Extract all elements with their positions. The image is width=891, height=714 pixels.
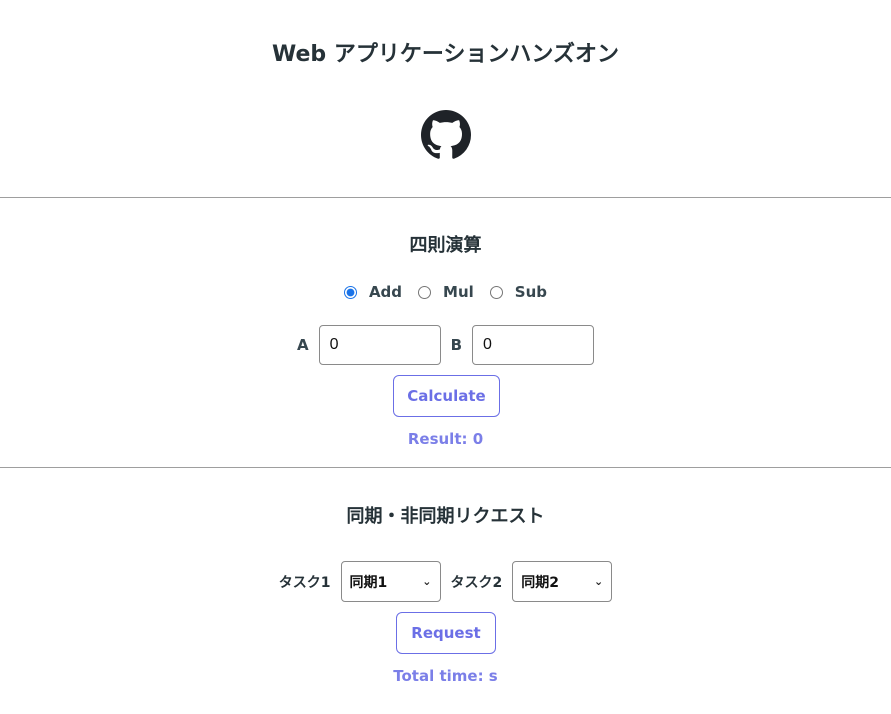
radio-sub-input[interactable] (489, 285, 503, 299)
arithmetic-title: 四則演算 (409, 235, 482, 256)
task2-select-value: 同期2 (521, 574, 559, 591)
radio-mul[interactable]: Mul (418, 283, 474, 301)
result-text: Result: 0 (407, 430, 484, 448)
github-icon (421, 110, 471, 159)
task-select-row: タスク1 同期1 ⌄ タスク2 同期2 ⌄ (0, 561, 891, 602)
divider-middle (0, 467, 891, 468)
calculate-button[interactable]: Calculate (393, 375, 500, 417)
b-input[interactable] (472, 325, 595, 365)
task2-select[interactable]: 同期2 ⌄ (512, 561, 613, 602)
chevron-down-icon: ⌄ (594, 575, 604, 588)
radio-add-label: Add (368, 283, 403, 301)
requests-title: 同期・非同期リクエスト (346, 506, 545, 527)
b-label: B (450, 336, 463, 354)
radio-mul-input[interactable] (418, 285, 432, 299)
divider-top (0, 197, 891, 198)
page-title: Web アプリケーションハンズオン (272, 42, 619, 67)
a-label: A (296, 336, 309, 354)
task2-label: タスク2 (450, 574, 503, 591)
radio-add-input[interactable] (343, 285, 357, 299)
total-time-text: Total time: s (393, 667, 498, 685)
chevron-down-icon: ⌄ (422, 575, 432, 588)
operation-radio-group: Add Mul Sub (0, 283, 891, 301)
github-link[interactable] (421, 110, 471, 160)
radio-mul-label: Mul (443, 283, 474, 301)
radio-sub[interactable]: Sub (489, 283, 548, 301)
radio-add[interactable]: Add (343, 283, 403, 301)
request-button[interactable]: Request (396, 612, 496, 654)
task1-label: タスク1 (278, 574, 331, 591)
task1-select-value: 同期1 (349, 574, 388, 591)
a-input[interactable] (318, 325, 441, 365)
radio-sub-label: Sub (514, 283, 548, 301)
task1-select[interactable]: 同期1 ⌄ (340, 561, 441, 602)
operand-row: A B (0, 325, 891, 365)
